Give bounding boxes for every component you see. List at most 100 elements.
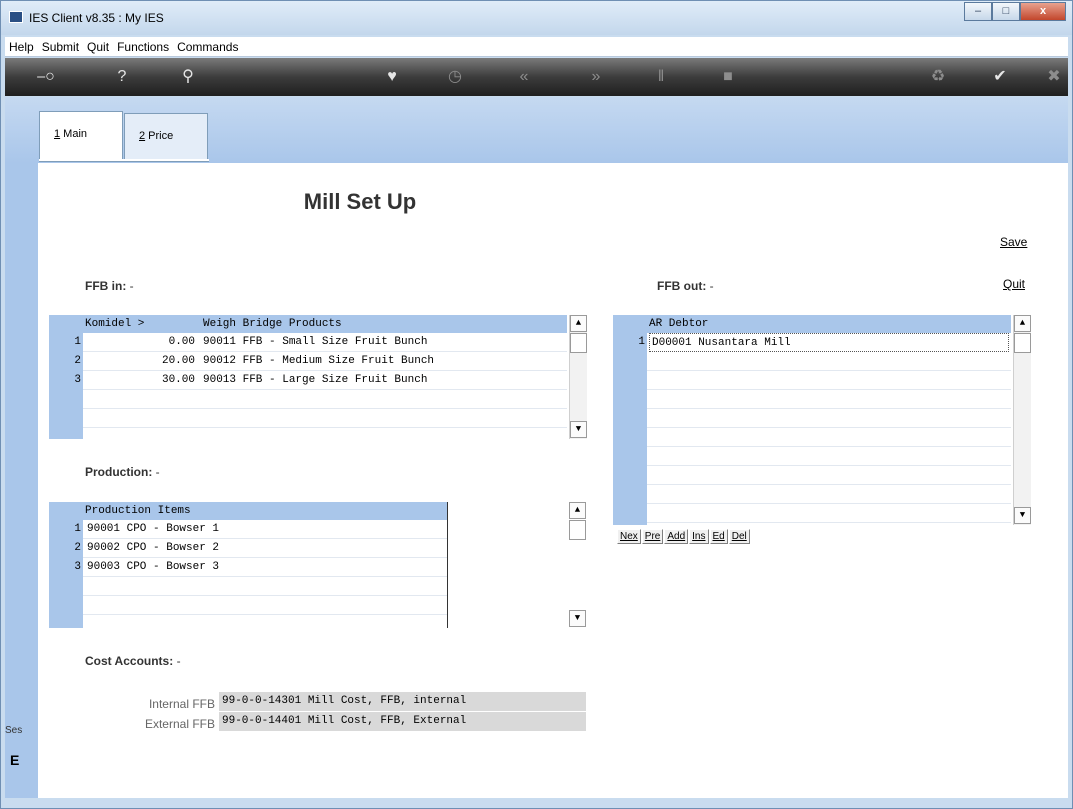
external-ffb-label: External FFB [144,717,215,731]
table-row[interactable] [647,447,1011,466]
ffb-out-scrollbar[interactable]: ▲ ▼ [1013,315,1031,525]
table-row[interactable]: 90003 CPO - Bowser 3 [83,558,447,577]
production-scrollbar[interactable]: ▲ ▼ [569,502,587,628]
window-title: IES Client v8.35 : My IES [29,11,164,25]
delete-button[interactable]: Del [728,529,750,544]
table-row[interactable] [647,352,1011,371]
table-row[interactable] [83,577,447,596]
col-production-items-header[interactable]: Production Items [85,502,191,520]
key-icon[interactable]: ⎯○ [33,68,59,86]
tools-icon[interactable]: ‖ [648,68,674,86]
table-row[interactable] [647,428,1011,447]
previous-button[interactable]: Pre [641,529,664,544]
cost-accounts-label-text: Cost Accounts: [85,654,174,668]
komidel-cell: 0.00 [168,336,195,348]
close-window-button[interactable]: x [1020,2,1066,21]
ffb-out-label-text: FFB out: [657,279,707,293]
ar-debtor-cell: D00001 Nusantara Mill [652,337,791,349]
table-row[interactable]: D00001 Nusantara Mill [649,333,1009,352]
title-bar: IES Client v8.35 : My IES – □ x [1,1,1072,35]
scroll-up-icon[interactable]: ▲ [1014,315,1031,332]
ffb-in-scrollbar[interactable]: ▲ ▼ [569,315,587,439]
menu-quit[interactable]: Quit [83,40,113,54]
table-row[interactable]: 90001 CPO - Bowser 1 [83,520,447,539]
maximize-button[interactable]: □ [992,2,1020,21]
clock-icon[interactable]: ◷ [442,68,468,86]
left-rail [5,163,38,803]
close-icon[interactable]: ✖ [1041,68,1067,86]
table-row[interactable] [647,485,1011,504]
table-row[interactable] [647,504,1011,523]
table-row[interactable] [647,466,1011,485]
add-button[interactable]: Add [664,529,689,544]
menu-bar: Help Submit Quit Functions Commands [5,37,1068,57]
internal-ffb-field[interactable]: 99-0-0-14301 Mill Cost, FFB, internal [219,692,586,711]
table-row[interactable]: 30.00 90013 FFB - Large Size Fruit Bunch [83,371,567,390]
table-row[interactable] [647,409,1011,428]
product-cell: 90013 FFB - Large Size Fruit Bunch [203,374,428,386]
quit-link[interactable]: Quit [1003,277,1025,291]
scroll-thumb[interactable] [570,333,587,353]
production-grid: Production Items 1 90001 CPO - Bowser 1 … [49,502,589,628]
check-icon[interactable]: ✔ [987,68,1013,86]
search-icon[interactable]: ⚲ [175,68,201,86]
table-row[interactable] [647,371,1011,390]
table-row[interactable]: 0.00 90011 FFB - Small Size Fruit Bunch [83,333,567,352]
content-area: 1 Main 2 Price Mill Set Up Save Quit FFB… [5,97,1068,803]
tab-price-text: Price [145,130,174,142]
scroll-up-icon[interactable]: ▲ [569,502,586,519]
edit-button[interactable]: Ed [709,529,728,544]
ffb-out-rownum-1: 1 [638,336,645,348]
external-ffb-field[interactable]: 99-0-0-14401 Mill Cost, FFB, External [219,712,586,731]
menu-functions[interactable]: Functions [113,40,173,54]
table-row[interactable] [83,596,447,615]
menu-help[interactable]: Help [5,40,38,54]
menu-submit[interactable]: Submit [38,40,83,54]
recycle-icon[interactable]: ♻ [925,68,951,86]
heart-icon[interactable]: ♥ [379,68,405,86]
table-row[interactable]: 20.00 90012 FFB - Medium Size Fruit Bunc… [83,352,567,371]
session-label: Ses [5,725,23,736]
scroll-down-icon[interactable]: ▼ [1014,507,1031,524]
ffb-in-label-dash: - [126,279,134,293]
table-row[interactable] [83,409,567,428]
scroll-thumb[interactable] [1014,333,1031,353]
scroll-down-icon[interactable]: ▼ [570,421,587,438]
tab-main[interactable]: 1 Main [39,111,123,159]
ffb-in-header: Komidel > Weigh Bridge Products [83,315,567,333]
ffb-in-rownum-3: 3 [74,374,81,386]
grid-nav-buttons: Nex Pre Add Ins Ed Del [617,529,751,544]
minimize-button[interactable]: – [964,2,992,21]
window-controls: – □ x [964,2,1066,21]
ffb-in-rownum-1: 1 [74,336,81,348]
insert-button[interactable]: Ins [689,529,709,544]
help-icon[interactable]: ? [109,68,135,86]
product-cell: 90011 FFB - Small Size Fruit Bunch [203,336,428,348]
scroll-thumb[interactable] [569,520,586,540]
production-column-divider [447,502,448,628]
scroll-down-icon[interactable]: ▼ [569,610,586,627]
col-komidel-header[interactable]: Komidel > [85,315,144,333]
col-products-header[interactable]: Weigh Bridge Products [203,315,342,333]
tab-price[interactable]: 2 Price [124,113,208,159]
col-ar-debtor-header[interactable]: AR Debtor [649,315,708,333]
cost-accounts-label-dash: - [173,654,181,668]
production-rownum-2: 2 [74,542,81,554]
save-link[interactable]: Save [1000,235,1027,249]
stop-icon[interactable]: ■ [715,68,741,86]
rewind-icon[interactable]: « [511,68,537,86]
scroll-up-icon[interactable]: ▲ [570,315,587,332]
tab-price-label: 2 Price [139,130,173,142]
next-button[interactable]: Nex [617,529,641,544]
page-title: Mill Set Up [303,189,417,214]
menu-commands[interactable]: Commands [173,40,242,54]
komidel-cell: 30.00 [161,374,195,386]
forward-icon[interactable]: » [583,68,609,86]
table-row[interactable] [83,390,567,409]
table-row[interactable] [647,390,1011,409]
production-item-cell: 90003 CPO - Bowser 3 [87,561,220,573]
cost-accounts-label: Cost Accounts: - [85,654,181,668]
table-row[interactable]: 90002 CPO - Bowser 2 [83,539,447,558]
tab-main-text: Main [60,128,88,140]
session-icon[interactable]: E [10,752,19,768]
